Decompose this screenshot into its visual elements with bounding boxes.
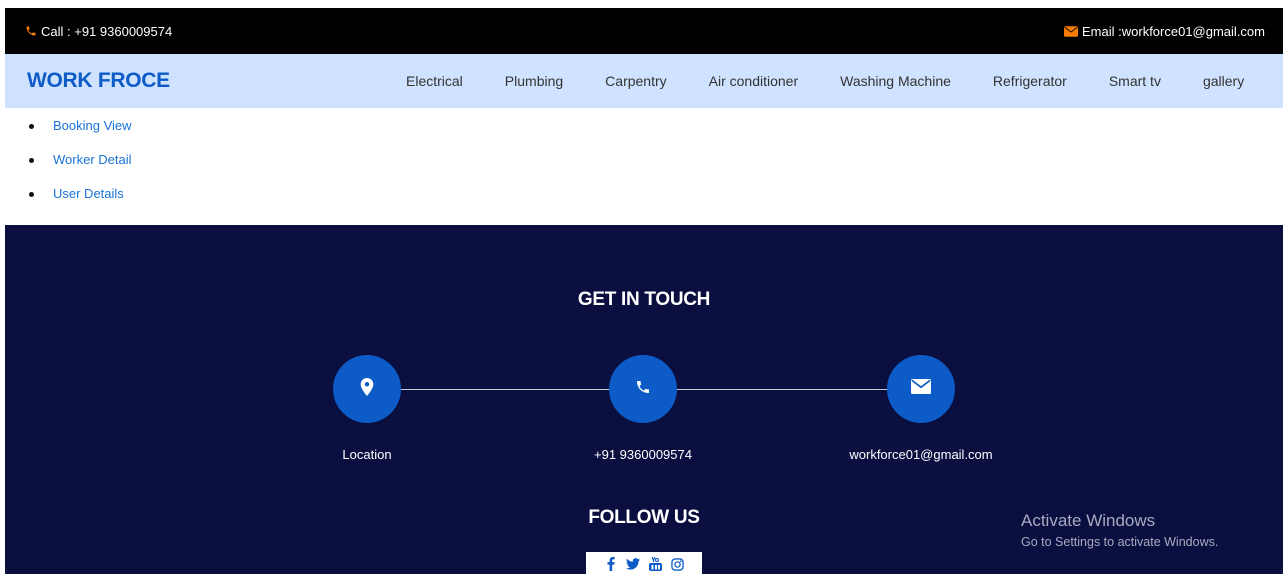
nav-link-plumbing[interactable]: Plumbing — [484, 73, 584, 89]
email-text: Email :workforce01@gmail.com — [1082, 23, 1265, 39]
nav-links: Electrical Plumbing Carpentry Air condit… — [385, 54, 1265, 108]
location-pin-icon — [360, 377, 374, 401]
phone-icon — [635, 379, 651, 400]
booking-view-link[interactable]: Booking View — [53, 118, 132, 133]
nav-link-electrical[interactable]: Electrical — [385, 73, 484, 89]
social-links — [586, 552, 702, 574]
facebook-icon[interactable] — [604, 557, 618, 571]
windows-activation-watermark: Activate Windows Go to Settings to activ… — [1021, 511, 1218, 549]
list-item: Worker Detail — [27, 150, 132, 184]
youtube-icon[interactable] — [648, 557, 662, 571]
brand-logo-text[interactable]: WORK FROCE — [27, 69, 170, 93]
email-info[interactable]: Email :workforce01@gmail.com — [1064, 24, 1265, 39]
instagram-icon[interactable] — [670, 557, 684, 571]
navbar: WORK FROCE Electrical Plumbing Carpentry… — [5, 54, 1283, 108]
list-item: Booking View — [27, 116, 132, 150]
list-item: User Details — [27, 184, 132, 218]
phone-icon — [25, 25, 37, 37]
user-details-link[interactable]: User Details — [53, 186, 124, 201]
top-bar: Call : +91 9360009574 Email :workforce01… — [5, 8, 1283, 54]
location-label: Location — [342, 447, 392, 462]
envelope-icon — [911, 379, 931, 399]
phone-label: +91 9360009574 — [594, 447, 692, 462]
email-label: workforce01@gmail.com — [849, 447, 993, 462]
admin-menu-list: Booking View Worker Detail User Details — [27, 116, 132, 218]
twitter-icon[interactable] — [626, 557, 640, 571]
nav-link-washing-machine[interactable]: Washing Machine — [819, 73, 972, 89]
get-in-touch-heading: GET IN TOUCH — [577, 289, 711, 310]
watermark-subtitle: Go to Settings to activate Windows. — [1021, 535, 1219, 549]
watermark-title: Activate Windows — [1021, 511, 1156, 530]
nav-link-gallery[interactable]: gallery — [1182, 73, 1265, 89]
call-text: Call : +91 9360009574 — [41, 23, 173, 39]
footer: GET IN TOUCH Location +91 9360009574 wor… — [5, 225, 1283, 574]
email-circle[interactable] — [887, 355, 955, 423]
location-circle[interactable] — [333, 355, 401, 423]
phone-circle[interactable] — [609, 355, 677, 423]
call-info[interactable]: Call : +91 9360009574 — [25, 24, 172, 39]
worker-detail-link[interactable]: Worker Detail — [53, 152, 132, 167]
page: Call : +91 9360009574 Email :workforce01… — [5, 8, 1283, 574]
nav-link-air-conditioner[interactable]: Air conditioner — [688, 73, 820, 89]
nav-link-carpentry[interactable]: Carpentry — [584, 73, 687, 89]
nav-link-refrigerator[interactable]: Refrigerator — [972, 73, 1088, 89]
nav-link-smart-tv[interactable]: Smart tv — [1088, 73, 1182, 89]
envelope-icon — [1064, 25, 1079, 37]
